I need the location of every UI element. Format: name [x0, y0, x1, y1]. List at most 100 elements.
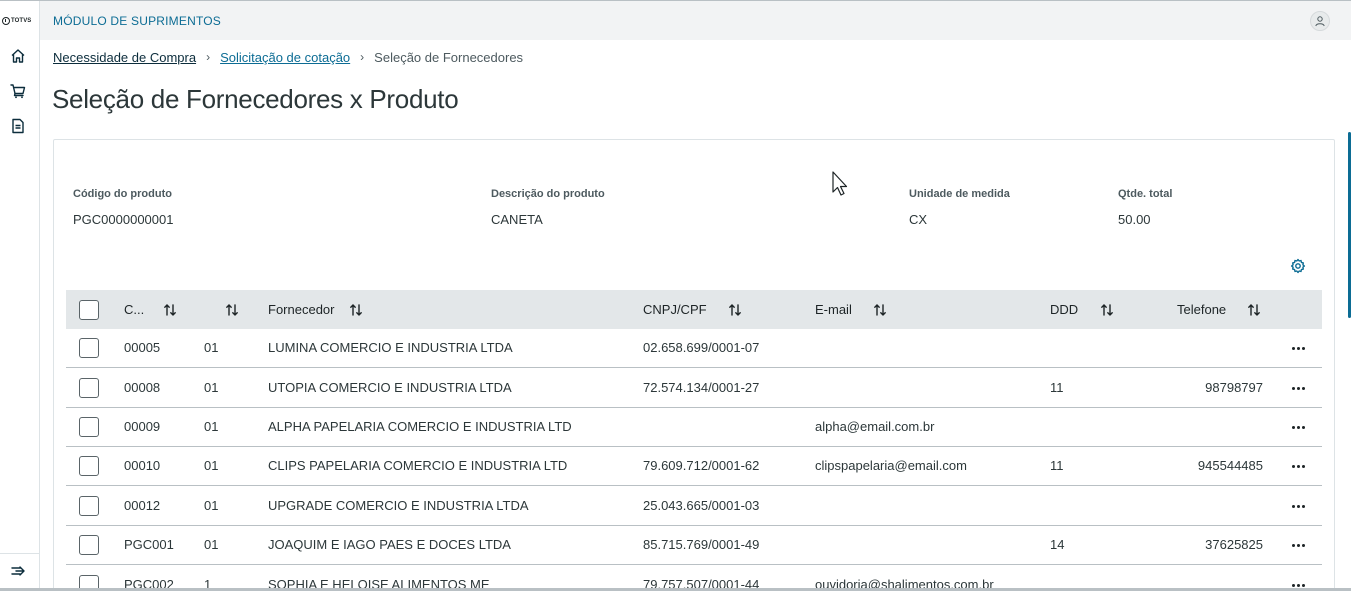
breadcrumb-link-necessidade[interactable]: Necessidade de Compra	[53, 50, 196, 65]
table-settings-button[interactable]	[1288, 256, 1308, 276]
sort-icon[interactable]	[873, 303, 887, 317]
logo-mark	[2, 17, 10, 25]
select-all-checkbox[interactable]	[79, 300, 99, 320]
cell-store: 01	[204, 498, 219, 513]
more-icon	[1296, 346, 1300, 350]
sort-icon[interactable]	[1100, 303, 1114, 317]
table-row[interactable]: 00005 01 LUMINA COMERCIO E INDUSTRIA LTD…	[66, 328, 1322, 368]
cell-store: 01	[204, 380, 219, 395]
sort-icon[interactable]	[728, 303, 742, 317]
cell-phone: 945544485	[1197, 458, 1263, 473]
table-row[interactable]: 00009 01 ALPHA PAPELARIA COMERCIO E INDU…	[66, 407, 1322, 447]
more-icon	[1291, 583, 1295, 587]
sort-icon[interactable]	[225, 303, 239, 317]
supplier-selection-card: Código do produto PGC0000000001 Descriçã…	[53, 139, 1335, 591]
column-header-label: CNPJ/CPF	[643, 302, 707, 317]
cell-supplier: UPGRADE COMERCIO E INDUSTRIA LTDA	[268, 498, 529, 513]
cell-phone	[1166, 328, 1263, 367]
column-header-email[interactable]: E-mail	[815, 290, 887, 329]
sort-icon[interactable]	[349, 303, 363, 317]
expand-menu-icon	[11, 566, 25, 576]
breadcrumb: Necessidade de Compra › Solicitação de c…	[53, 49, 523, 65]
row-actions-button[interactable]	[1288, 537, 1308, 553]
more-icon	[1291, 425, 1295, 429]
column-header-label: C...	[124, 302, 145, 317]
row-checkbox[interactable]	[79, 417, 99, 437]
page-title: Seleção de Fornecedores x Produto	[52, 84, 459, 114]
gear-icon	[1290, 258, 1306, 274]
more-icon	[1291, 346, 1295, 350]
row-actions-button[interactable]	[1288, 498, 1308, 514]
row-checkbox[interactable]	[79, 535, 99, 555]
column-header-store[interactable]	[215, 290, 239, 329]
user-icon	[1315, 16, 1325, 27]
sidebar-item-documents[interactable]	[8, 116, 28, 136]
cell-email: alpha@email.com.br	[815, 419, 935, 434]
logo-text: TOTVS	[11, 18, 32, 24]
column-header-supplier[interactable]: Fornecedor	[268, 290, 363, 329]
cell-code: 00010	[124, 458, 161, 473]
row-checkbox[interactable]	[79, 378, 99, 398]
breadcrumb-current: Seleção de Fornecedores	[374, 49, 524, 65]
cell-store: 01	[204, 419, 219, 434]
cell-code: 00009	[124, 419, 161, 434]
more-icon	[1301, 543, 1305, 547]
cell-cnpj: 85.715.769/0001-49	[643, 537, 760, 552]
cell-store: 01	[204, 458, 219, 473]
row-actions-button[interactable]	[1288, 458, 1308, 474]
table-row[interactable]: 00012 01 UPGRADE COMERCIO E INDUSTRIA LT…	[66, 486, 1322, 526]
user-menu-button[interactable]	[1310, 11, 1330, 31]
sidebar-collapse-toggle[interactable]	[8, 561, 28, 581]
cell-ddd: 14	[1050, 537, 1065, 552]
row-actions-button[interactable]	[1288, 340, 1308, 356]
product-description-value: CANETA	[491, 212, 543, 227]
more-icon	[1296, 425, 1300, 429]
breadcrumb-link-solicitacao[interactable]: Solicitação de cotação	[220, 50, 350, 65]
product-code-label: Código do produto	[73, 188, 172, 200]
table-row[interactable]: 00010 01 CLIPS PAPELARIA COMERCIO E INDU…	[66, 446, 1322, 486]
sort-icon[interactable]	[163, 303, 177, 317]
row-actions-button[interactable]	[1288, 380, 1308, 396]
more-icon	[1296, 504, 1300, 508]
sidebar-item-purchases[interactable]	[8, 81, 28, 101]
more-icon	[1296, 583, 1300, 587]
row-checkbox[interactable]	[79, 456, 99, 476]
sidebar-item-home[interactable]	[8, 46, 28, 66]
cell-ddd: 11	[1050, 458, 1064, 473]
more-icon	[1301, 583, 1305, 587]
home-icon	[11, 49, 25, 63]
column-header-label: DDD	[1050, 302, 1079, 317]
unit-of-measure-value: CX	[909, 212, 928, 227]
cell-code: 00008	[124, 380, 161, 395]
column-header-label: Telefone	[1177, 302, 1227, 317]
column-header-code[interactable]: C...	[124, 290, 177, 329]
row-checkbox[interactable]	[79, 338, 99, 358]
column-header-cnpj[interactable]: CNPJ/CPF	[643, 290, 742, 329]
column-header-phone[interactable]: Telefone	[1177, 290, 1261, 329]
cell-email: clipspapelaria@email.com	[815, 458, 967, 473]
logo: TOTVS	[2, 15, 38, 27]
table-row[interactable]: 00008 01 UTOPIA COMERCIO E INDUSTRIA LTD…	[66, 368, 1322, 408]
total-quantity-label: Qtde. total	[1118, 188, 1173, 200]
cell-phone: 37625825	[1205, 537, 1263, 552]
row-checkbox[interactable]	[79, 496, 99, 516]
more-icon	[1291, 543, 1295, 547]
cell-supplier: ALPHA PAPELARIA COMERCIO E INDUSTRIA LTD	[268, 419, 572, 434]
more-icon	[1301, 346, 1305, 350]
more-icon	[1296, 543, 1300, 547]
column-header-label: Fornecedor	[268, 302, 335, 317]
cell-code: 00012	[124, 498, 161, 513]
table-row[interactable]: PGC001 01 JOAQUIM E IAGO PAES E DOCES LT…	[66, 525, 1322, 565]
module-title: MÓDULO DE SUPRIMENTOS	[53, 14, 221, 28]
sidebar-divider	[0, 553, 39, 554]
more-icon	[1291, 386, 1295, 390]
cell-supplier: CLIPS PAPELARIA COMERCIO E INDUSTRIA LTD	[268, 458, 568, 473]
table-header: C... Fornecedor CNPJ/CPF E-mail DDD Tele…	[66, 290, 1322, 329]
sort-icon[interactable]	[1247, 303, 1261, 317]
product-code-value: PGC0000000001	[73, 212, 174, 227]
row-actions-button[interactable]	[1288, 419, 1308, 435]
cell-code: PGC001	[124, 537, 174, 552]
more-icon	[1291, 504, 1295, 508]
cell-code: 00005	[124, 340, 161, 355]
column-header-ddd[interactable]: DDD	[1050, 290, 1114, 329]
